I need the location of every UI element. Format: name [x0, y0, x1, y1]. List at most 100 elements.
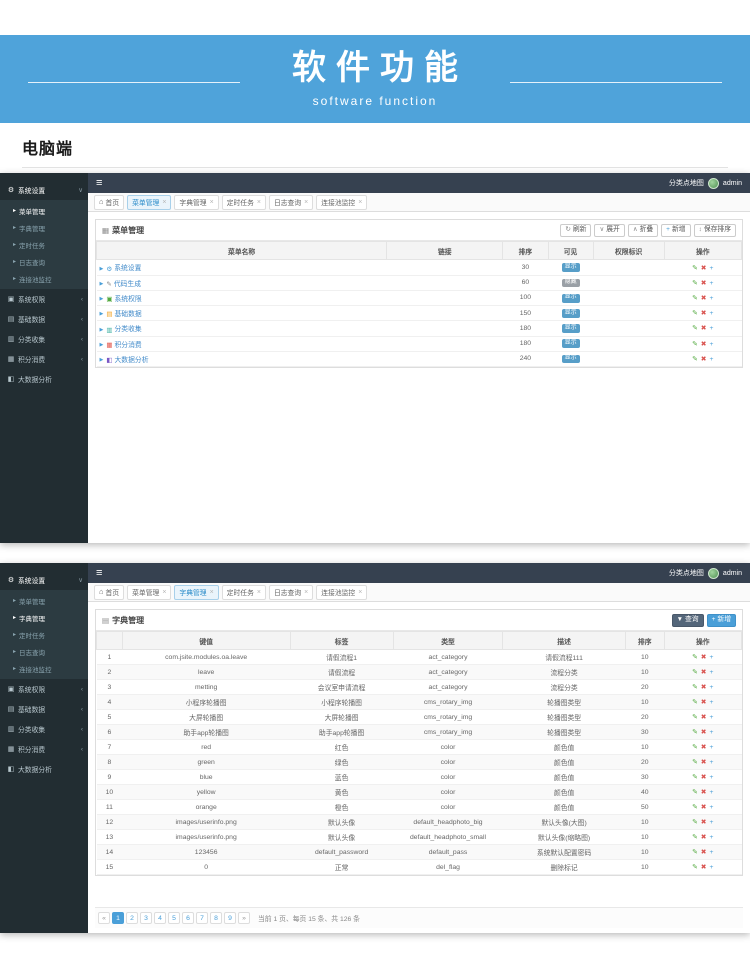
menu-name-link[interactable]: 系统权限: [115, 296, 142, 303]
add-icon[interactable]: +: [709, 864, 713, 871]
delete-icon[interactable]: ✖: [701, 310, 707, 317]
add-icon[interactable]: +: [709, 669, 713, 676]
page-button[interactable]: 3: [140, 912, 152, 924]
delete-icon[interactable]: ✖: [701, 265, 707, 272]
edit-icon[interactable]: ✎: [692, 864, 698, 871]
menu-name-link[interactable]: 大数据分析: [115, 357, 149, 364]
close-icon[interactable]: ×: [162, 589, 166, 596]
sidebar-subitem[interactable]: ▸ 菜单管理: [0, 592, 88, 609]
tab[interactable]: 日志查询 ×: [268, 584, 314, 600]
add-icon[interactable]: +: [709, 804, 713, 811]
delete-icon[interactable]: ✖: [701, 684, 707, 691]
add-icon[interactable]: +: [709, 789, 713, 796]
add-icon[interactable]: +: [709, 729, 713, 736]
username[interactable]: admin: [723, 180, 742, 187]
delete-icon[interactable]: ✖: [701, 714, 707, 721]
edit-icon[interactable]: ✎: [692, 834, 698, 841]
delete-icon[interactable]: ✖: [701, 864, 707, 871]
edit-icon[interactable]: ✎: [692, 819, 698, 826]
sidebar-item[interactable]: ◧ 大数据分析: [0, 759, 88, 779]
close-icon[interactable]: ×: [304, 589, 308, 596]
page-button[interactable]: 2: [126, 912, 138, 924]
tree-expand-icon[interactable]: ▶: [100, 311, 104, 317]
menu-name-link[interactable]: 代码生成: [114, 281, 141, 288]
edit-icon[interactable]: ✎: [692, 265, 698, 272]
add-icon[interactable]: +: [710, 280, 714, 287]
tree-expand-icon[interactable]: ▶: [100, 357, 104, 363]
edit-icon[interactable]: ✎: [692, 654, 698, 661]
add-icon[interactable]: +: [709, 849, 713, 856]
add-icon[interactable]: +: [709, 654, 713, 661]
sidebar-item[interactable]: ▣ 系统权限 ‹: [0, 289, 88, 309]
refresh-button[interactable]: ↻ 刷新: [560, 223, 592, 237]
username[interactable]: admin: [723, 570, 742, 577]
sidebar-item[interactable]: ▥ 分类收集 ‹: [0, 329, 88, 349]
delete-icon[interactable]: ✖: [701, 356, 707, 363]
sidebar-item[interactable]: ⚙ 系统设置 ∨: [0, 570, 88, 590]
delete-icon[interactable]: ✖: [701, 759, 707, 766]
tab[interactable]: 连接池监控 ×: [316, 194, 368, 210]
first-page-button[interactable]: «: [98, 912, 110, 924]
menu-name-link[interactable]: 基础数据: [115, 311, 142, 318]
page-button[interactable]: 5: [168, 912, 180, 924]
delete-icon[interactable]: ✖: [701, 804, 707, 811]
add-icon[interactable]: +: [709, 684, 713, 691]
tab[interactable]: 日志查询 ×: [268, 194, 314, 210]
add-icon[interactable]: +: [710, 265, 714, 272]
edit-icon[interactable]: ✎: [692, 714, 698, 721]
page-button[interactable]: 7: [196, 912, 208, 924]
edit-icon[interactable]: ✎: [692, 744, 698, 751]
tab[interactable]: 字典管理 ×: [174, 584, 219, 600]
tree-expand-icon[interactable]: ▶: [100, 342, 104, 348]
delete-icon[interactable]: ✖: [701, 744, 707, 751]
edit-icon[interactable]: ✎: [692, 699, 698, 706]
tab[interactable]: ⌂ 首页: [94, 584, 125, 600]
add-icon[interactable]: +: [710, 356, 714, 363]
collapse-button[interactable]: ∧ 折叠: [627, 223, 659, 237]
edit-icon[interactable]: ✎: [692, 310, 698, 317]
delete-icon[interactable]: ✖: [701, 819, 707, 826]
page-button[interactable]: 6: [182, 912, 194, 924]
edit-icon[interactable]: ✎: [692, 669, 698, 676]
edit-icon[interactable]: ✎: [692, 774, 698, 781]
query-button[interactable]: ▼ 查询: [671, 613, 704, 627]
edit-icon[interactable]: ✎: [692, 759, 698, 766]
delete-icon[interactable]: ✖: [701, 341, 707, 348]
tab[interactable]: 定时任务 ×: [221, 584, 266, 600]
edit-icon[interactable]: ✎: [692, 356, 698, 363]
save-sort-button[interactable]: ↕ 保存排序: [693, 223, 736, 237]
tab[interactable]: 连接池监控 ×: [316, 584, 368, 600]
sidebar-item[interactable]: ▤ 基础数据 ‹: [0, 699, 88, 719]
sidebar-subitem[interactable]: ▸ 字典管理: [0, 609, 88, 626]
menu-name-link[interactable]: 积分消费: [115, 342, 142, 349]
avatar[interactable]: [707, 567, 719, 579]
avatar[interactable]: [707, 177, 719, 189]
close-icon[interactable]: ×: [257, 589, 261, 596]
tree-expand-icon[interactable]: ▶: [100, 327, 104, 333]
add-icon[interactable]: +: [709, 774, 713, 781]
edit-icon[interactable]: ✎: [692, 789, 698, 796]
edit-icon[interactable]: ✎: [692, 325, 698, 332]
delete-icon[interactable]: ✖: [701, 789, 707, 796]
sidebar-item[interactable]: ▦ 积分消费 ‹: [0, 349, 88, 369]
sidebar-subitem[interactable]: ▸ 日志查询: [0, 253, 88, 270]
edit-icon[interactable]: ✎: [692, 341, 698, 348]
hamburger-icon[interactable]: ≡: [96, 567, 102, 579]
sidebar-item[interactable]: ▥ 分类收集 ‹: [0, 719, 88, 739]
delete-icon[interactable]: ✖: [701, 325, 707, 332]
hamburger-icon[interactable]: ≡: [96, 177, 102, 189]
add-icon[interactable]: +: [709, 759, 713, 766]
page-button[interactable]: 4: [154, 912, 166, 924]
tree-expand-icon[interactable]: ▶: [100, 296, 104, 302]
add-icon[interactable]: +: [710, 310, 714, 317]
sidebar-item[interactable]: ▣ 系统权限 ‹: [0, 679, 88, 699]
category-map-link[interactable]: 分类点地图: [669, 568, 704, 578]
edit-icon[interactable]: ✎: [692, 729, 698, 736]
tab[interactable]: 定时任务 ×: [221, 194, 266, 210]
sidebar-item[interactable]: ◧ 大数据分析: [0, 369, 88, 389]
delete-icon[interactable]: ✖: [701, 774, 707, 781]
delete-icon[interactable]: ✖: [701, 295, 707, 302]
page-button[interactable]: 8: [210, 912, 222, 924]
sidebar-subitem[interactable]: ▸ 字典管理: [0, 219, 88, 236]
expand-button[interactable]: ∨ 展开: [594, 223, 625, 237]
